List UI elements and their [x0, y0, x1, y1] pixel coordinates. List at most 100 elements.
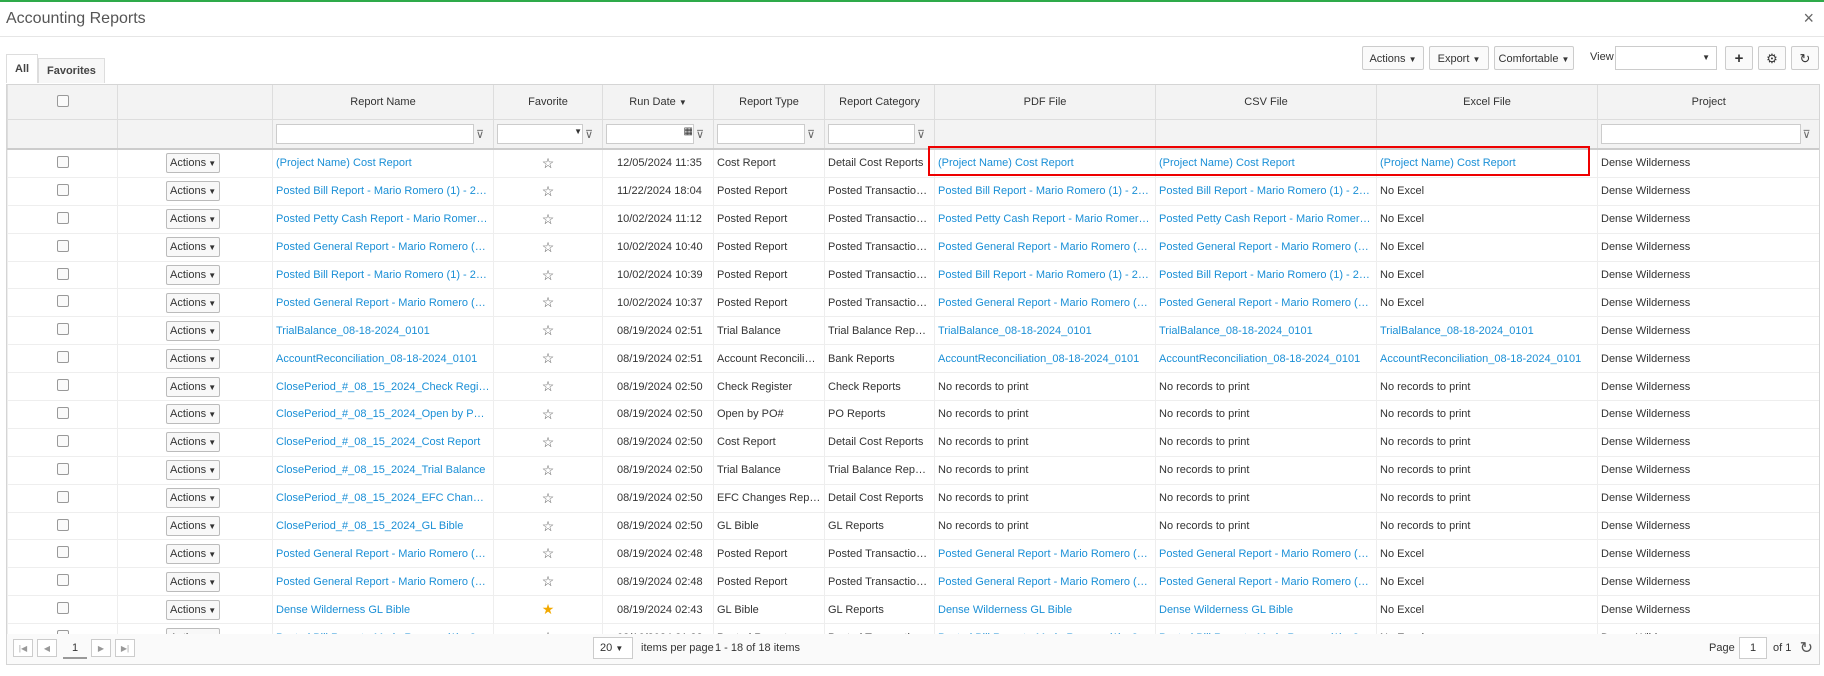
filter-icon[interactable]: ⊽ [1801, 128, 1813, 141]
star-outline-icon[interactable]: ☆ [542, 545, 555, 561]
table-row[interactable]: Actions ▼ Posted Bill Report - Mario Rom… [7, 177, 1819, 206]
run-date-filter-input[interactable]: ▦ [606, 124, 694, 144]
favorite-filter-select[interactable]: ▼ [497, 124, 583, 144]
report-name-filter-input[interactable] [276, 124, 474, 144]
row-actions-button[interactable]: Actions ▼ [166, 571, 221, 592]
star-outline-icon[interactable]: ☆ [542, 267, 555, 283]
report-name-link[interactable]: ClosePeriod_#_08_15_2024_Check Register [272, 372, 494, 402]
report-type-header[interactable]: Report Type [713, 85, 825, 120]
filter-icon[interactable]: ⊽ [474, 128, 486, 141]
excel-file-header[interactable]: Excel File [1376, 85, 1598, 120]
row-actions-button[interactable]: Actions ▼ [166, 516, 221, 537]
view-select[interactable]: ▼ [1615, 46, 1717, 70]
favorite-header[interactable]: Favorite [493, 85, 603, 120]
export-dropdown-button[interactable]: Export ▼ [1429, 46, 1489, 70]
row-actions-button[interactable]: Actions ▼ [166, 348, 221, 369]
row-actions-button[interactable]: Actions ▼ [166, 543, 221, 564]
filter-icon[interactable]: ⊽ [694, 128, 706, 141]
row-checkbox[interactable] [56, 379, 69, 392]
report-name-link[interactable]: Posted General Report - Mario Romero (1)… [272, 567, 494, 597]
pdf-file-cell[interactable]: Posted Petty Cash Report - Mario Romero … [934, 205, 1156, 234]
run-date-header[interactable]: Run Date ▼ [602, 85, 714, 120]
project-filter-input[interactable] [1601, 124, 1801, 144]
row-checkbox[interactable] [56, 211, 69, 224]
pdf-file-cell[interactable]: Posted Bill Report - Mario Romero (1) - … [934, 261, 1156, 290]
csv-file-cell[interactable]: Posted General Report - Mario Romero (1)… [1155, 288, 1377, 318]
star-outline-icon[interactable]: ☆ [542, 434, 555, 450]
row-checkbox[interactable] [56, 462, 69, 475]
pdf-file-cell[interactable]: Posted General Report - Mario Romero (4)… [934, 539, 1156, 569]
refresh-button[interactable]: ↻ [1791, 46, 1819, 70]
row-checkbox[interactable] [56, 295, 69, 308]
row-checkbox[interactable] [56, 406, 69, 419]
row-checkbox[interactable] [56, 183, 69, 196]
star-filled-icon[interactable]: ★ [542, 601, 555, 617]
report-name-link[interactable]: ClosePeriod_#_08_15_2024_Trial Balance [272, 456, 494, 485]
table-row[interactable]: Actions ▼ Dense Wilderness GL Bible ★ 08… [7, 595, 1819, 625]
row-actions-button[interactable]: Actions ▼ [166, 320, 221, 341]
report-name-link[interactable]: Posted General Report - Mario Romero (1)… [272, 288, 494, 318]
row-checkbox[interactable] [56, 602, 69, 615]
filter-icon[interactable]: ⊽ [805, 128, 817, 141]
excel-file-cell[interactable]: AccountReconciliation_08-18-2024_0101 [1376, 344, 1598, 374]
project-header[interactable]: Project [1597, 85, 1819, 120]
table-row[interactable]: Actions ▼ TrialBalance_08-18-2024_0101 ☆… [7, 316, 1819, 346]
row-checkbox[interactable] [56, 267, 69, 280]
current-page-number[interactable]: 1 [63, 639, 87, 659]
pdf-file-cell[interactable]: Dense Wilderness GL Bible [934, 595, 1156, 625]
pdf-file-cell[interactable]: Posted General Report - Mario Romero (1)… [934, 567, 1156, 597]
row-actions-button[interactable]: Actions ▼ [166, 292, 221, 313]
table-row[interactable]: Actions ▼ ClosePeriod_#_08_15_2024_Cost … [7, 428, 1819, 457]
pager-refresh-icon[interactable]: ↻ [1800, 638, 1813, 658]
star-outline-icon[interactable]: ☆ [542, 211, 555, 227]
report-name-link[interactable]: Dense Wilderness GL Bible [272, 595, 494, 625]
csv-file-cell[interactable]: Dense Wilderness GL Bible [1155, 595, 1377, 625]
csv-file-cell[interactable]: Posted General Report - Mario Romero (1)… [1155, 233, 1377, 262]
pdf-file-cell[interactable]: TrialBalance_08-18-2024_0101 [934, 316, 1156, 346]
report-name-link[interactable]: Posted Petty Cash Report - Mario Romero … [272, 205, 494, 234]
csv-file-cell[interactable]: Posted Bill Report - Mario Romero (1) - … [1155, 177, 1377, 206]
star-outline-icon[interactable]: ☆ [542, 378, 555, 394]
table-row[interactable]: Actions ▼ ClosePeriod_#_08_15_2024_Trial… [7, 456, 1819, 485]
star-outline-icon[interactable]: ☆ [542, 322, 555, 338]
select-all-checkbox[interactable] [56, 94, 69, 107]
star-outline-icon[interactable]: ☆ [542, 239, 555, 255]
table-row[interactable]: Actions ▼ ClosePeriod_#_08_15_2024_Check… [7, 372, 1819, 402]
table-row[interactable]: Actions ▼ Posted General Report - Mario … [7, 567, 1819, 597]
density-dropdown-button[interactable]: Comfortable ▼ [1494, 46, 1574, 70]
star-outline-icon[interactable]: ☆ [542, 350, 555, 366]
report-name-link[interactable]: ClosePeriod_#_08_15_2024_Open by PO # [272, 400, 494, 429]
actions-dropdown-button[interactable]: Actions ▼ [1362, 46, 1424, 70]
filter-icon[interactable]: ⊽ [915, 128, 927, 141]
report-name-link[interactable]: Posted Bill Report - Mario Romero (1) - … [272, 177, 494, 206]
star-outline-icon[interactable]: ☆ [542, 490, 555, 506]
csv-file-header[interactable]: CSV File [1155, 85, 1377, 120]
star-outline-icon[interactable]: ☆ [542, 406, 555, 422]
report-name-link[interactable]: ClosePeriod_#_08_15_2024_GL Bible [272, 512, 494, 541]
row-checkbox[interactable] [56, 351, 69, 364]
row-actions-button[interactable]: Actions ▼ [166, 265, 221, 285]
csv-file-cell[interactable]: (Project Name) Cost Report [1155, 149, 1377, 178]
row-checkbox[interactable] [56, 490, 69, 503]
row-checkbox[interactable] [56, 239, 69, 252]
report-name-link[interactable]: Posted Bill Report - Mario Romero (1) - … [272, 261, 494, 290]
report-category-filter-input[interactable] [828, 124, 915, 144]
next-page-button[interactable]: ▶ [91, 639, 111, 657]
table-row[interactable]: Actions ▼ Posted Petty Cash Report - Mar… [7, 205, 1819, 234]
report-category-header[interactable]: Report Category [824, 85, 935, 120]
row-actions-button[interactable]: Actions ▼ [166, 432, 221, 453]
excel-file-cell[interactable]: (Project Name) Cost Report [1376, 149, 1598, 178]
filter-icon[interactable]: ⊽ [583, 128, 595, 141]
report-name-link[interactable]: TrialBalance_08-18-2024_0101 [272, 316, 494, 346]
star-outline-icon[interactable]: ☆ [542, 573, 555, 589]
table-row[interactable]: Actions ▼ Posted General Report - Mario … [7, 233, 1819, 262]
star-outline-icon[interactable]: ☆ [542, 462, 555, 478]
report-name-link[interactable]: ClosePeriod_#_08_15_2024_EFC Changes [272, 484, 494, 513]
pdf-file-cell[interactable]: Posted Bill Report - Mario Romero (1) - … [934, 177, 1156, 206]
report-name-link[interactable]: Posted General Report - Mario Romero (4)… [272, 539, 494, 569]
pdf-file-cell[interactable]: Posted General Report - Mario Romero (1)… [934, 288, 1156, 318]
report-name-link[interactable]: ClosePeriod_#_08_15_2024_Cost Report [272, 428, 494, 457]
row-checkbox[interactable] [56, 546, 69, 559]
settings-button[interactable]: ⚙ [1758, 46, 1786, 70]
row-actions-button[interactable]: Actions ▼ [166, 181, 221, 202]
